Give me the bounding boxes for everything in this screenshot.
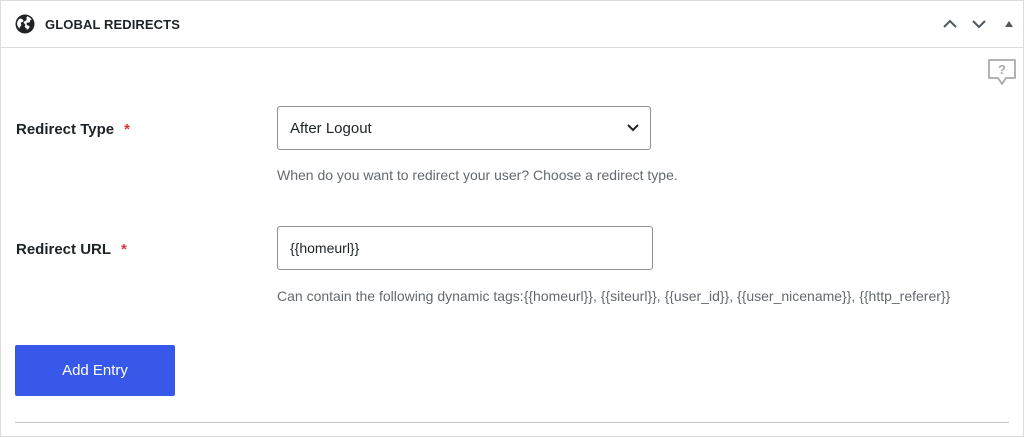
collapse-panel-button[interactable] [999, 14, 1019, 34]
redirect-url-input[interactable] [277, 226, 653, 270]
panel-title: GLOBAL REDIRECTS [45, 17, 180, 32]
chevron-down-icon [972, 20, 986, 29]
move-down-button[interactable] [969, 14, 989, 34]
move-up-button[interactable] [940, 14, 960, 34]
help-question-glyph: ? [998, 62, 1006, 77]
redirect-type-label: Redirect Type * [16, 121, 130, 138]
required-marker: * [121, 241, 127, 258]
redirect-type-select[interactable]: After Logout [277, 106, 651, 150]
required-marker: * [124, 121, 130, 138]
caret-up-icon [1005, 21, 1013, 27]
panel-header[interactable]: GLOBAL REDIRECTS [1, 1, 1023, 48]
redirect-type-help: When do you want to redirect your user? … [277, 167, 678, 183]
chevron-up-icon [943, 19, 957, 28]
add-entry-button[interactable]: Add Entry [15, 345, 175, 396]
global-redirects-panel: GLOBAL REDIRECTS ? Redirect Type * After … [0, 0, 1024, 437]
divider [15, 422, 1009, 423]
help-question-icon[interactable]: ? [987, 58, 1017, 86]
globe-icon [15, 14, 35, 34]
chevron-down-icon [627, 124, 639, 132]
redirect-url-help: Can contain the following dynamic tags:{… [277, 288, 951, 304]
redirect-type-label-text: Redirect Type [16, 121, 115, 138]
redirect-type-selected-value: After Logout [290, 120, 372, 137]
redirect-url-label: Redirect URL * [16, 241, 127, 258]
redirect-url-label-text: Redirect URL [16, 241, 112, 258]
